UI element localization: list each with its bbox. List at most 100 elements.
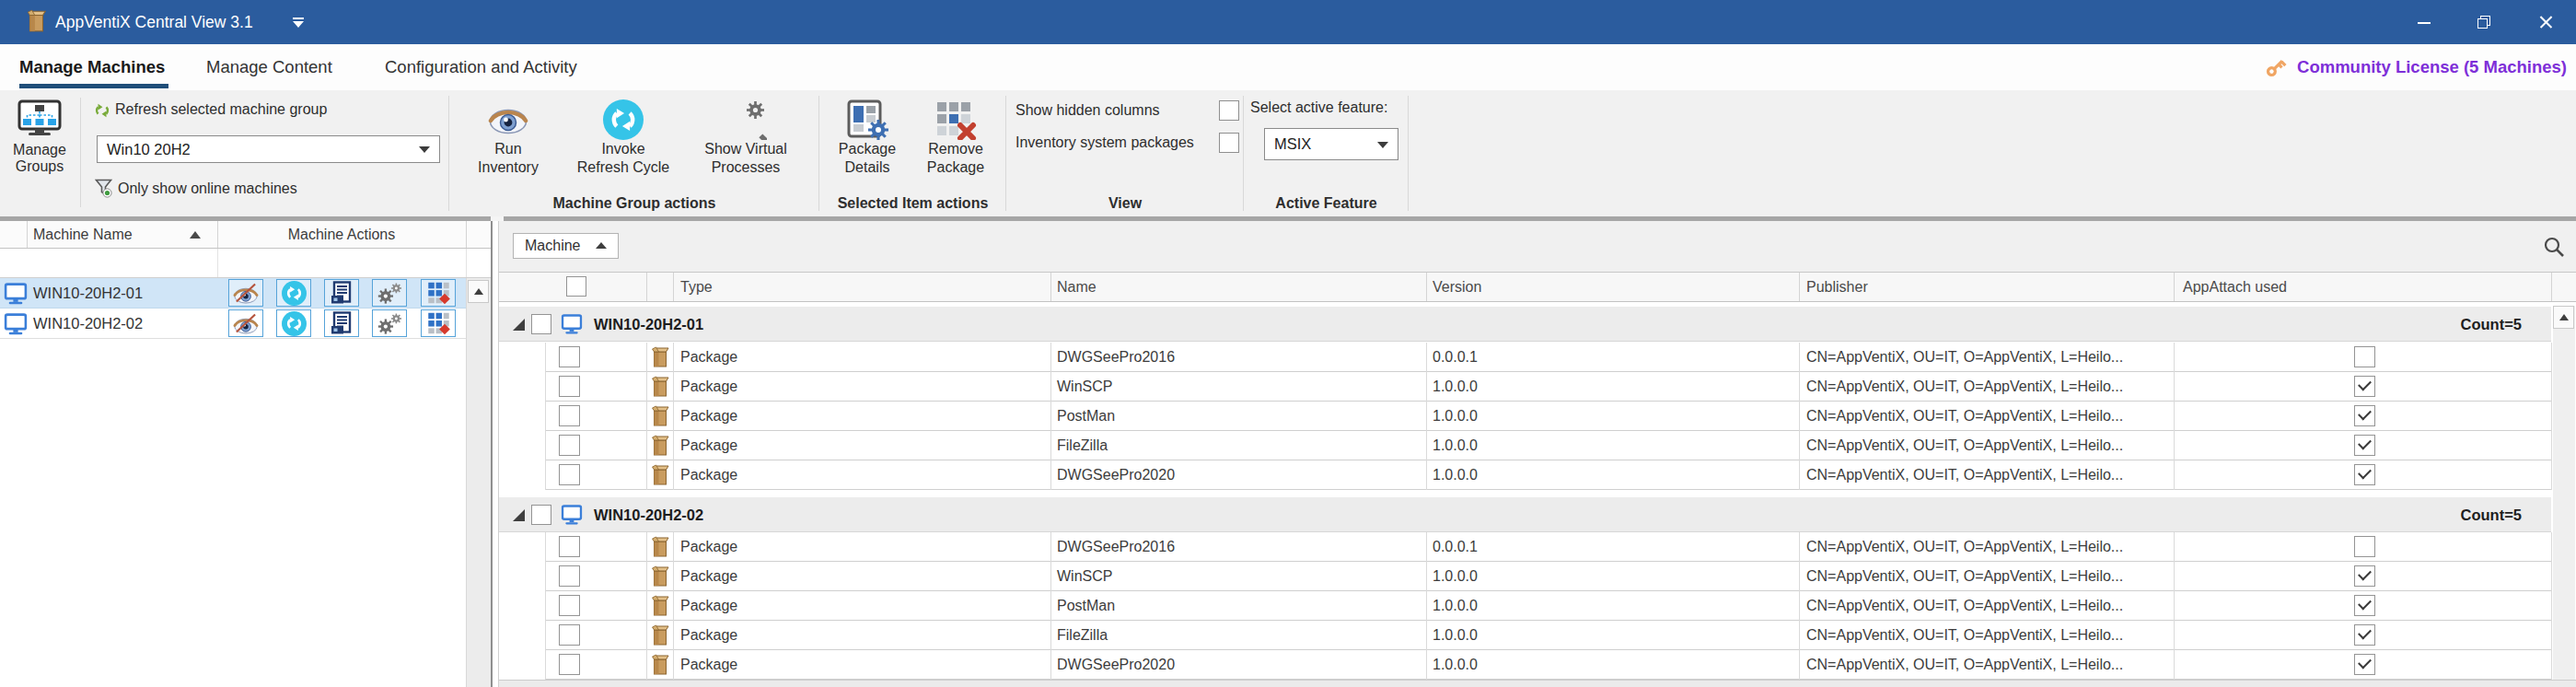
- row-checkbox[interactable]: [559, 654, 580, 675]
- invoke-refresh-cycle-button[interactable]: Invoke Refresh Cycle: [568, 99, 679, 177]
- appattach-checkbox[interactable]: [2354, 536, 2375, 557]
- package-row[interactable]: Package DWGSeePro2016 0.0.0.1 CN=AppVent…: [499, 532, 2576, 562]
- column-machine-actions[interactable]: Machine Actions: [217, 221, 466, 249]
- column-type[interactable]: Type: [680, 273, 713, 302]
- active-feature-combobox[interactable]: MSIX: [1264, 128, 1398, 160]
- scroll-up-button[interactable]: [468, 280, 489, 303]
- refresh-machine-group-button[interactable]: [94, 102, 110, 122]
- package-row[interactable]: Package FileZilla 1.0.0.0 CN=AppVentiX, …: [499, 621, 2576, 650]
- app-icon: [26, 9, 48, 33]
- machines-panel-header: Machine Name Machine Actions: [0, 221, 491, 249]
- package-row[interactable]: Package WinSCP 1.0.0.0 CN=AppVentiX, OU=…: [499, 562, 2576, 591]
- inventory-system-packages-checkbox[interactable]: [1219, 133, 1239, 153]
- collapse-group-icon[interactable]: [513, 319, 525, 331]
- appattach-checkbox[interactable]: [2354, 376, 2375, 397]
- row-checkbox[interactable]: [559, 565, 580, 587]
- appattach-checkbox[interactable]: [2354, 654, 2375, 675]
- machine-icon: [4, 313, 28, 335]
- hide-machine-action-button[interactable]: [228, 309, 263, 337]
- package-row[interactable]: Package FileZilla 1.0.0.0 CN=AppVentiX, …: [499, 431, 2576, 460]
- appattach-checkbox[interactable]: [2354, 595, 2375, 616]
- ribbon-group-machine-group-actions: Machine Group actions Run Inventory Invo…: [449, 90, 819, 216]
- package-row[interactable]: Package PostMan 1.0.0.0 CN=AppVentiX, OU…: [499, 402, 2576, 431]
- manage-groups-button[interactable]: Manage Groups: [9, 99, 70, 175]
- appattach-checkbox[interactable]: [2354, 565, 2375, 587]
- machines-filter-row[interactable]: [0, 249, 491, 278]
- column-machine-name[interactable]: Machine Name: [33, 221, 133, 249]
- row-checkbox[interactable]: [559, 376, 580, 397]
- machine-icon: [561, 505, 583, 525]
- group-select-checkbox[interactable]: [531, 314, 551, 334]
- inventory-system-packages-label[interactable]: Inventory system packages: [1015, 134, 1194, 151]
- show-hidden-columns-checkbox[interactable]: [1219, 100, 1239, 121]
- online-filter-label[interactable]: Only show online machines: [118, 180, 297, 197]
- package-icon: [650, 346, 671, 368]
- horizontal-scrollbar[interactable]: [499, 680, 2576, 687]
- row-checkbox[interactable]: [559, 536, 580, 557]
- collapse-group-icon[interactable]: [513, 509, 525, 521]
- machine-group-combobox[interactable]: Win10 20H2: [97, 135, 440, 163]
- refresh-cycle-icon: [603, 99, 644, 140]
- report-icon: [330, 311, 354, 335]
- appattach-checkbox[interactable]: [2354, 346, 2375, 367]
- remove-packages-action-button[interactable]: [421, 309, 456, 337]
- show-virtual-processes-button[interactable]: Show Virtual Processes: [690, 99, 801, 177]
- machine-row[interactable]: WIN10-20H2-01: [0, 278, 491, 309]
- search-icon[interactable]: [2543, 236, 2565, 258]
- row-checkbox[interactable]: [559, 435, 580, 456]
- hide-eye-icon: [232, 282, 260, 304]
- processes-action-button[interactable]: [372, 279, 407, 307]
- scroll-up-button[interactable]: [2553, 306, 2574, 329]
- package-row[interactable]: Package PostMan 1.0.0.0 CN=AppVentiX, OU…: [499, 591, 2576, 621]
- select-all-checkbox[interactable]: [566, 276, 586, 297]
- group-by-machine-button[interactable]: Machine: [513, 233, 619, 259]
- refresh-machine-action-button[interactable]: [276, 279, 311, 307]
- row-checkbox[interactable]: [559, 595, 580, 616]
- appattach-checkbox[interactable]: [2354, 405, 2375, 426]
- show-hidden-columns-label[interactable]: Show hidden columns: [1015, 102, 1160, 119]
- minimize-button[interactable]: [2394, 0, 2454, 44]
- panel-splitter[interactable]: [491, 221, 493, 687]
- hide-machine-action-button[interactable]: [228, 279, 263, 307]
- package-row[interactable]: Package DWGSeePro2016 0.0.0.1 CN=AppVent…: [499, 343, 2576, 372]
- column-appattach[interactable]: AppAttach used: [2183, 273, 2287, 302]
- processes-action-button[interactable]: [372, 309, 407, 337]
- selected-tab-underline: [19, 84, 168, 88]
- remove-packages-action-button[interactable]: [421, 279, 456, 307]
- title-menu-caret-icon[interactable]: [293, 17, 304, 28]
- column-name[interactable]: Name: [1057, 273, 1097, 302]
- report-action-button[interactable]: [324, 309, 359, 337]
- package-row[interactable]: Package WinSCP 1.0.0.0 CN=AppVentiX, OU=…: [499, 372, 2576, 402]
- group-row[interactable]: WIN10-20H2-02 Count=5: [499, 490, 2576, 532]
- package-details-button[interactable]: Package Details: [821, 99, 913, 177]
- tab-configuration-activity[interactable]: Configuration and Activity: [385, 44, 577, 90]
- row-checkbox[interactable]: [559, 346, 580, 367]
- package-icon: [650, 654, 671, 676]
- row-checkbox[interactable]: [559, 405, 580, 426]
- package-row[interactable]: Package DWGSeePro2020 1.0.0.0 CN=AppVent…: [499, 460, 2576, 490]
- appattach-checkbox[interactable]: [2354, 435, 2375, 456]
- machine-row[interactable]: WIN10-20H2-02: [0, 309, 491, 339]
- run-inventory-button[interactable]: Run Inventory: [453, 99, 563, 177]
- ribbon-group-machine-group-select: Manage Groups Refresh selected machine g…: [0, 90, 449, 216]
- close-button[interactable]: [2515, 0, 2576, 44]
- row-checkbox[interactable]: [559, 624, 580, 646]
- report-action-button[interactable]: [324, 279, 359, 307]
- column-version[interactable]: Version: [1433, 273, 1481, 302]
- appattach-checkbox[interactable]: [2354, 624, 2375, 646]
- group-select-checkbox[interactable]: [531, 505, 551, 525]
- refresh-machine-action-button[interactable]: [276, 309, 311, 337]
- column-publisher[interactable]: Publisher: [1806, 273, 1868, 302]
- refresh-machine-group-label[interactable]: Refresh selected machine group: [115, 101, 327, 118]
- appattach-checkbox[interactable]: [2354, 464, 2375, 485]
- machines-scrollbar[interactable]: [466, 278, 491, 687]
- ribbon-group-view: View Show hidden columns Inventory syste…: [1006, 90, 1244, 216]
- group-row[interactable]: WIN10-20H2-01 Count=5: [499, 302, 2576, 343]
- package-row[interactable]: Package DWGSeePro2020 1.0.0.0 CN=AppVent…: [499, 650, 2576, 680]
- restore-button[interactable]: [2454, 0, 2515, 44]
- ribbon-tab-bar: Manage Machines Manage Content Configura…: [0, 44, 2576, 90]
- packages-scrollbar[interactable]: [2553, 306, 2575, 680]
- row-checkbox[interactable]: [559, 464, 580, 485]
- tab-manage-content[interactable]: Manage Content: [206, 44, 332, 90]
- remove-package-button[interactable]: Remove Package: [910, 99, 1002, 177]
